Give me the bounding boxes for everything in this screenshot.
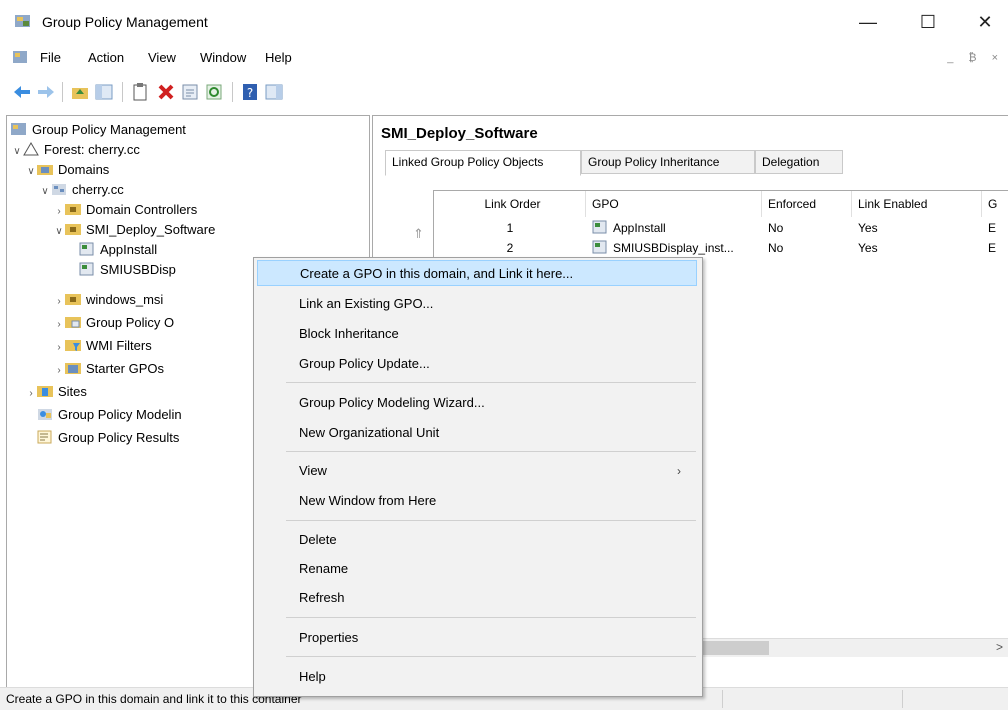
tree-item-sites[interactable]: › Sites (25, 382, 87, 402)
menu-refresh[interactable]: Refresh (257, 585, 697, 611)
tree-item-windows-msi[interactable]: › windows_msi (53, 290, 163, 310)
show-hide-tree-icon[interactable] (94, 82, 114, 102)
close-button[interactable]: ✕ (962, 8, 1008, 36)
back-arrow-icon[interactable] (12, 82, 32, 102)
tree-item-appinstall[interactable]: AppInstall (79, 240, 157, 260)
results-icon (37, 430, 52, 444)
up-folder-icon[interactable] (70, 82, 90, 102)
show-action-pane-icon[interactable] (264, 82, 284, 102)
tree-item-group-policy-modeling[interactable]: Group Policy Modelin (37, 405, 182, 425)
menu-view-label: View (299, 463, 327, 478)
col-gpo[interactable]: GPO (586, 191, 762, 217)
svg-text:?: ? (247, 86, 253, 100)
submenu-arrow-icon: › (677, 464, 681, 478)
menu-help[interactable]: Help (265, 50, 292, 65)
maximize-button[interactable]: ☐ (905, 8, 951, 36)
menu-properties[interactable]: Properties (257, 625, 697, 651)
tree-item-wmi-filters[interactable]: › WMI Filters (53, 336, 151, 358)
chevron-down-icon[interactable]: ∨ (11, 142, 23, 162)
tree-item-domains[interactable]: ∨ Domains (25, 160, 109, 180)
chevron-right-icon[interactable]: › (53, 338, 65, 358)
gpm-app-icon (15, 15, 30, 27)
properties-icon[interactable] (180, 82, 200, 102)
tree-item-smi-deploy-software[interactable]: ∨ SMI_Deploy_Software (53, 220, 215, 240)
sites-icon (37, 386, 53, 397)
menu-link-existing-gpo[interactable]: Link an Existing GPO... (257, 291, 697, 317)
minimize-button[interactable]: — (845, 8, 891, 36)
gpo-link-icon (79, 242, 94, 256)
help-icon[interactable]: ? (240, 82, 260, 102)
gpm-icon (11, 123, 26, 135)
menu-create-gpo-and-link[interactable]: Create a GPO in this domain, and Link it… (257, 260, 697, 286)
menu-action[interactable]: Action (88, 50, 124, 65)
chevron-down-icon[interactable]: ∨ (53, 222, 65, 242)
menu-delete[interactable]: Delete (257, 527, 697, 553)
gpo-link-icon (592, 240, 607, 254)
ou-folder-icon (65, 204, 81, 215)
domains-folder-icon (37, 165, 53, 175)
menu-bar: File Action View Window Help _ ₿ × (0, 42, 1008, 72)
menu-group-policy-update[interactable]: Group Policy Update... (257, 351, 697, 377)
table-row[interactable]: 2 SMIUSBDisplay_inst... No Yes E (434, 239, 1008, 257)
menu-view[interactable]: View (148, 50, 176, 65)
ou-folder-icon (65, 294, 81, 305)
chevron-right-icon[interactable]: › (53, 315, 65, 335)
menu-gp-modeling-wizard[interactable]: Group Policy Modeling Wizard... (257, 390, 697, 416)
gpo-folder-icon (65, 317, 81, 328)
menu-window[interactable]: Window (200, 50, 246, 65)
mdi-window-controls[interactable]: _ ₿ × (947, 52, 1004, 64)
menu-new-ou[interactable]: New Organizational Unit (257, 420, 697, 446)
col-link-enabled[interactable]: Link Enabled (852, 191, 982, 217)
tab-linked-gpos[interactable]: Linked Group Policy Objects (385, 150, 581, 176)
menu-block-inheritance[interactable]: Block Inheritance (257, 321, 697, 347)
menu-view[interactable]: View › (257, 458, 697, 484)
modeling-icon (38, 409, 52, 420)
chevron-down-icon[interactable]: ∨ (39, 182, 51, 202)
window-title: Group Policy Management (42, 14, 208, 30)
chevron-right-icon[interactable]: › (53, 292, 65, 312)
tab-gp-inheritance[interactable]: Group Policy Inheritance (581, 150, 755, 174)
scroll-right-arrow-icon[interactable]: > (996, 640, 1003, 654)
forward-arrow-icon[interactable] (36, 82, 56, 102)
ou-folder-icon (65, 224, 81, 235)
wmi-filter-folder-icon (65, 340, 81, 351)
context-menu: Create a GPO in this domain, and Link it… (253, 257, 703, 697)
chevron-right-icon[interactable]: › (53, 361, 65, 381)
delete-icon[interactable] (156, 82, 176, 102)
chevron-right-icon[interactable]: › (53, 202, 65, 222)
forest-icon (23, 142, 39, 156)
refresh-icon[interactable] (204, 82, 224, 102)
chevron-right-icon[interactable]: › (25, 384, 37, 404)
tree-item-forest[interactable]: ∨ Forest: cherry.cc (11, 140, 140, 160)
starter-gpo-folder-icon (65, 363, 81, 374)
tree-item-starter-gpos[interactable]: › Starter GPOs (53, 359, 164, 379)
chevron-down-icon[interactable]: ∨ (25, 162, 37, 182)
menu-rename[interactable]: Rename (257, 556, 697, 582)
gpo-link-icon (79, 262, 94, 276)
gpo-link-icon (592, 220, 607, 234)
system-menu-icon[interactable] (12, 50, 28, 64)
menu-new-window-from-here[interactable]: New Window from Here (257, 488, 697, 514)
table-row[interactable]: 1 AppInstall No Yes E (434, 219, 1008, 237)
domain-icon (52, 184, 66, 195)
tree-item-group-policy-results[interactable]: Group Policy Results (37, 428, 179, 448)
title-bar: Group Policy Management — ☐ ✕ (0, 0, 1008, 42)
toolbar: ? (0, 72, 1008, 112)
clipboard-icon[interactable] (130, 82, 150, 102)
ou-heading: SMI_Deploy_Software (381, 125, 538, 142)
tree-item-cherry-cc[interactable]: ∨ cherry.cc (39, 180, 123, 202)
col-enforced[interactable]: Enforced (762, 191, 852, 217)
tree-item-group-policy-objects[interactable]: › Group Policy O (53, 313, 174, 333)
menu-file[interactable]: File (40, 50, 61, 65)
menu-help[interactable]: Help (257, 664, 697, 690)
tree-item-smiusbdisplay[interactable]: SMIUSBDisp (79, 260, 176, 280)
col-link-order[interactable]: Link Order (434, 191, 586, 217)
col-gpo-status[interactable]: G (982, 191, 1008, 217)
move-link-up-icon[interactable]: ⇑ (413, 226, 424, 242)
tree-item-group-policy-management[interactable]: Group Policy Management (11, 120, 186, 140)
tab-delegation[interactable]: Delegation (755, 150, 843, 174)
tree-item-domain-controllers[interactable]: › Domain Controllers (53, 200, 197, 220)
